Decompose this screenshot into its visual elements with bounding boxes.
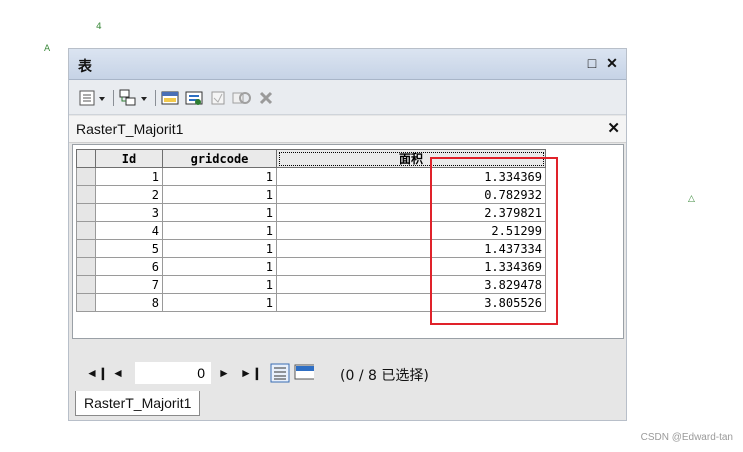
toolbar-separator <box>155 90 156 106</box>
cell-id[interactable]: 8 <box>95 293 163 312</box>
close-table-icon[interactable]: ✕ <box>607 119 620 137</box>
cell-id[interactable]: 5 <box>95 239 163 258</box>
delete-selected-icon[interactable] <box>257 89 275 107</box>
cell-id[interactable]: 1 <box>95 167 163 186</box>
row-selector[interactable] <box>76 275 96 294</box>
cell-gridcode[interactable]: 1 <box>162 275 277 294</box>
table-options-icon[interactable] <box>79 89 109 107</box>
stray-mark: △ <box>688 194 695 204</box>
stray-mark: A <box>44 44 51 54</box>
cell-gridcode[interactable]: 1 <box>162 203 277 222</box>
table-title-bar: RasterT_Majorit1 ✕ <box>69 116 626 143</box>
window-titlebar[interactable]: 表 □ ✕ <box>69 49 626 80</box>
toolbar-separator <box>113 90 114 106</box>
cell-gridcode[interactable]: 1 <box>162 221 277 240</box>
cell-gridcode[interactable]: 1 <box>162 167 277 186</box>
navigation-bar: ◄❙ ◄ 0 ► ►❙ (0 / 8 已选择) <box>72 354 624 392</box>
row-selector[interactable] <box>76 185 96 204</box>
window-title: 表 <box>78 59 92 75</box>
stray-mark: 4 <box>96 22 102 32</box>
related-tables-icon[interactable] <box>119 89 151 107</box>
header-row-selector[interactable] <box>76 149 96 168</box>
show-selected-records-icon[interactable] <box>294 363 314 383</box>
restore-icon[interactable]: □ <box>584 55 600 71</box>
cell-id[interactable]: 2 <box>95 185 163 204</box>
select-by-attributes-icon[interactable] <box>161 89 181 107</box>
clear-selection-icon[interactable] <box>209 89 229 107</box>
table-tab[interactable]: RasterT_Majorit1 <box>75 391 201 416</box>
previous-record-icon[interactable]: ◄ <box>112 366 124 380</box>
selection-count: (0 / 8 已选择) <box>340 368 429 384</box>
next-record-icon[interactable]: ► <box>218 366 230 380</box>
last-record-icon[interactable]: ►❙ <box>240 366 262 380</box>
table-toolbar <box>69 80 626 115</box>
cell-gridcode[interactable]: 1 <box>162 293 277 312</box>
cell-id[interactable]: 6 <box>95 257 163 276</box>
cell-id[interactable]: 4 <box>95 221 163 240</box>
row-selector[interactable] <box>76 239 96 258</box>
close-icon[interactable]: ✕ <box>604 55 620 71</box>
current-record-field[interactable]: 0 <box>134 361 212 385</box>
cell-gridcode[interactable]: 1 <box>162 257 277 276</box>
row-selector[interactable] <box>76 293 96 312</box>
switch-selection-icon[interactable] <box>185 89 205 107</box>
first-record-icon[interactable]: ◄❙ <box>86 366 108 380</box>
column-header-id[interactable]: Id <box>95 149 163 168</box>
table-name: RasterT_Majorit1 <box>76 121 184 137</box>
cell-gridcode[interactable]: 1 <box>162 185 277 204</box>
zoom-to-selected-icon[interactable] <box>231 89 253 107</box>
table-tab-bar: RasterT_Majorit1 <box>72 391 624 419</box>
row-selector[interactable] <box>76 167 96 186</box>
highlight-box <box>430 157 558 325</box>
show-all-records-icon[interactable] <box>270 363 290 383</box>
column-header-gridcode[interactable]: gridcode <box>162 149 277 168</box>
row-selector[interactable] <box>76 203 96 222</box>
cell-id[interactable]: 3 <box>95 203 163 222</box>
watermark: CSDN @Edward-tan <box>640 432 733 443</box>
cell-id[interactable]: 7 <box>95 275 163 294</box>
row-selector[interactable] <box>76 221 96 240</box>
cell-gridcode[interactable]: 1 <box>162 239 277 258</box>
row-selector[interactable] <box>76 257 96 276</box>
